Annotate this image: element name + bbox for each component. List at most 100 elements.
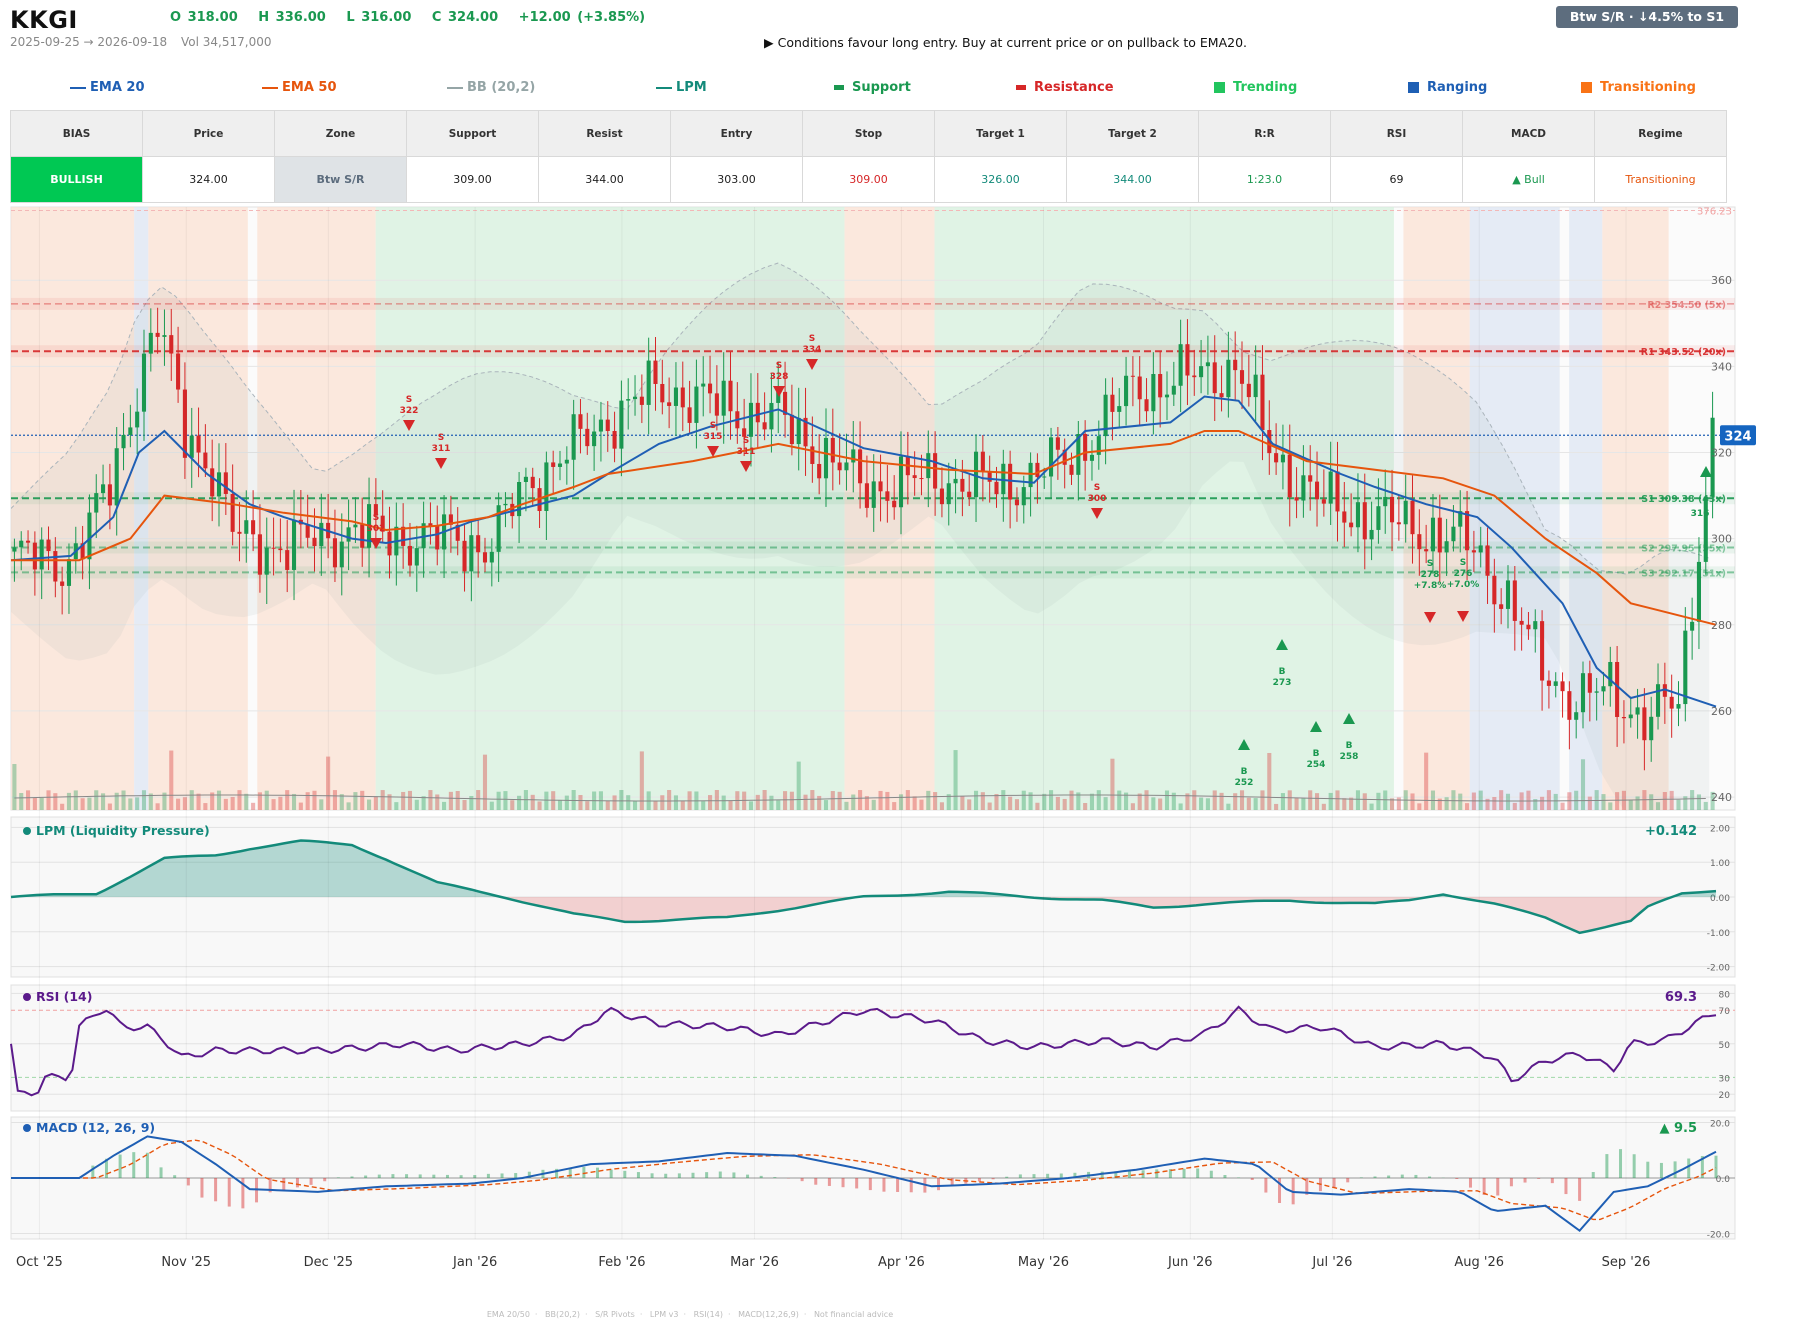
candle-body (1124, 375, 1129, 407)
candle-body (19, 540, 24, 548)
volume-bar (1178, 803, 1183, 810)
sell-signal-label: S (710, 421, 716, 431)
volume-bar (1274, 803, 1279, 810)
macd-histogram-bar (841, 1178, 845, 1188)
candle-body (1342, 511, 1347, 523)
volume-bar (776, 800, 781, 810)
volume-bar (803, 794, 808, 810)
candle-body (1158, 374, 1163, 398)
candle-body (748, 402, 754, 437)
volume-bar (557, 800, 563, 810)
volume-bar (244, 793, 249, 810)
candle-body (769, 402, 774, 430)
candle-body (864, 483, 869, 508)
volume-bar (489, 801, 494, 810)
candle-body (1608, 661, 1613, 687)
candle-body (1383, 496, 1388, 507)
candle-body (360, 524, 365, 548)
candle-body (933, 453, 938, 489)
volume-bar (312, 790, 317, 810)
macd-histogram-bar (664, 1173, 668, 1178)
candle-body (1042, 476, 1047, 478)
volume-bar (1055, 796, 1060, 810)
month-tick-label: Dec '25 (304, 1255, 353, 1270)
candle-body (701, 383, 706, 387)
candle-body (1335, 471, 1340, 512)
volume-bar (1014, 799, 1019, 810)
volume-bar (476, 790, 481, 810)
price-tick-label: 240 (1711, 791, 1732, 804)
candle-body (1192, 375, 1197, 378)
volume-bar (544, 791, 549, 810)
volume-bar (585, 801, 590, 810)
price-tick-label: 260 (1711, 705, 1732, 718)
volume-bar (1662, 791, 1667, 810)
candle-body (1403, 500, 1408, 525)
candle-body (619, 400, 624, 449)
macd-histogram-bar (1032, 1174, 1036, 1178)
candle-body (1553, 681, 1558, 686)
volume-bar (1021, 790, 1026, 810)
volume-bar (1608, 802, 1613, 810)
candle-body (1144, 399, 1149, 412)
candle-body (1676, 704, 1681, 709)
macd-histogram-bar (391, 1174, 395, 1178)
volume-bar (251, 802, 256, 810)
sell-signal-pct: +7.0% (1447, 580, 1480, 590)
rsi-tick-label: 30 (1719, 1074, 1731, 1084)
candle-body (1574, 712, 1579, 720)
macd-histogram-bar (227, 1178, 231, 1207)
buy-signal-value: 254 (1307, 760, 1326, 770)
candle-body (585, 428, 590, 447)
footer-item: S/R Pivots (595, 1310, 635, 1319)
level-label: R1 343.52 (20x) (1641, 347, 1726, 358)
candle-body (141, 353, 147, 412)
candle-body (1014, 499, 1019, 506)
volume-bar (789, 791, 794, 810)
candle-body (571, 414, 576, 460)
sell-signal-value: 334 (803, 345, 822, 355)
candle-body (1308, 475, 1313, 482)
volume-bar (380, 790, 385, 810)
macd-histogram-bar (636, 1172, 640, 1178)
candle-body (107, 484, 112, 506)
month-tick-label: Jun '26 (1167, 1255, 1213, 1270)
macd-histogram-bar (432, 1174, 436, 1178)
macd-histogram-bar (1619, 1149, 1623, 1178)
macd-histogram-bar (705, 1172, 709, 1178)
lpm-tick-label: -2.00 (1707, 964, 1731, 974)
volume-bar (755, 794, 760, 810)
candle-body (1246, 383, 1251, 398)
candle-body (1567, 691, 1572, 720)
candle-body (967, 491, 972, 498)
volume-bar (264, 790, 269, 810)
macd-histogram-bar (855, 1178, 859, 1189)
macd-histogram-bar (173, 1175, 177, 1178)
macd-histogram-bar (896, 1178, 900, 1192)
volume-bar (1601, 794, 1606, 810)
candle-body (1137, 376, 1142, 400)
volume-bar (73, 790, 78, 810)
candle-body (176, 353, 181, 390)
volume-bar (653, 800, 658, 810)
volume-bar (1205, 798, 1210, 810)
candle-body (530, 476, 535, 489)
buy-signal-value: 252 (1235, 778, 1254, 788)
volume-bar (53, 793, 58, 810)
volume-bar (1103, 797, 1108, 810)
volume-bar (1683, 796, 1688, 810)
volume-bar (203, 803, 208, 810)
candle-body (598, 419, 603, 432)
macd-histogram-bar (814, 1178, 818, 1185)
volume-bar (844, 801, 849, 810)
candle-body (1110, 394, 1115, 412)
candle-body (1233, 359, 1238, 371)
volume-bar (346, 802, 351, 810)
macd-histogram-bar (1468, 1178, 1472, 1188)
macd-histogram-bar (882, 1178, 886, 1192)
macd-histogram-bar (336, 1177, 340, 1178)
sell-signal-value: 276 (1454, 569, 1473, 579)
candle-body (1437, 517, 1442, 553)
volume-bar (1212, 790, 1217, 810)
volume-bar (673, 795, 678, 810)
